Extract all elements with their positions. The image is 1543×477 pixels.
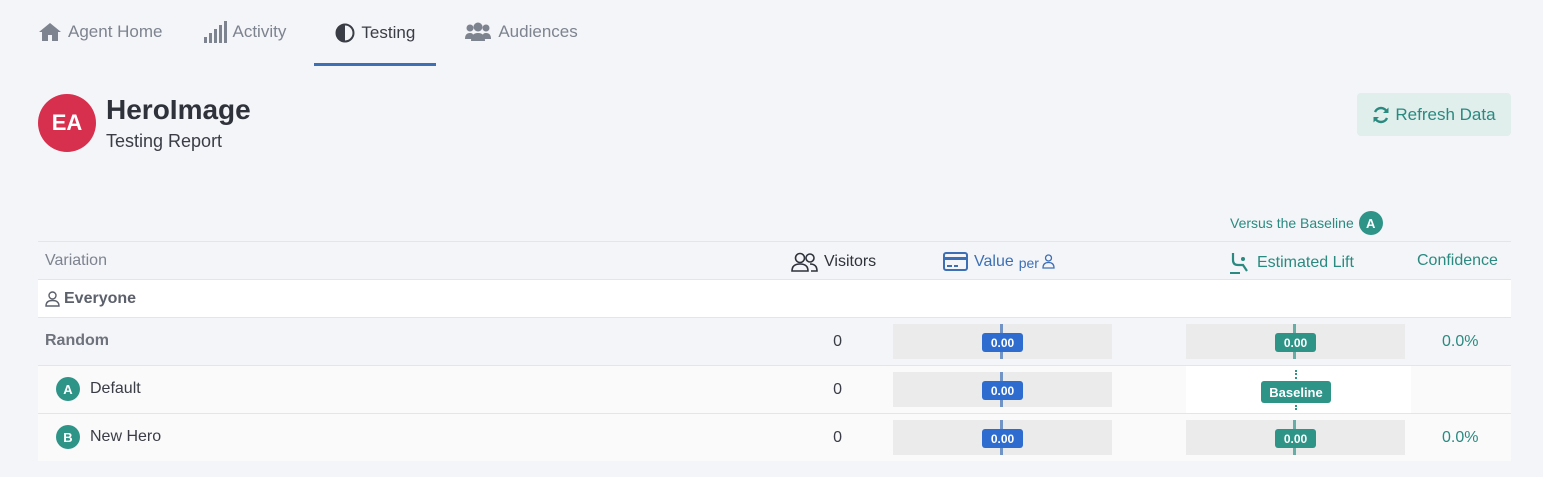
column-value[interactable]: Value per [943, 252, 1061, 271]
credit-card-icon [943, 252, 968, 271]
value-pill: 0.00 [982, 429, 1023, 448]
visitors-icon [791, 252, 818, 272]
variation-label: New Hero [90, 428, 162, 445]
confidence-value: 0.0% [1442, 429, 1479, 446]
column-value-label: Value [974, 252, 1014, 270]
tab-activity[interactable]: Activity [191, 0, 299, 64]
variation-badge: B [56, 425, 80, 449]
value-bar: 0.00 [893, 324, 1112, 359]
confidence-value: 0.0% [1442, 333, 1479, 350]
tab-label: Agent Home [68, 22, 163, 41]
users-icon [465, 22, 492, 41]
variation-name: A Default [56, 377, 141, 401]
tab-agent-home[interactable]: Agent Home [26, 0, 175, 64]
lift-bar: 0.00 [1186, 324, 1405, 359]
column-lift-label: Estimated Lift [1257, 254, 1354, 271]
refresh-data-button[interactable]: Refresh Data [1357, 93, 1511, 136]
visitors-value: 0 [833, 381, 842, 398]
value-pill: 0.00 [982, 333, 1023, 352]
tab-label: Activity [232, 22, 287, 41]
variation-name: B New Hero [56, 425, 161, 449]
refresh-icon [1373, 106, 1389, 123]
lift-bar: 0.00 [1186, 420, 1405, 455]
value-pill: 0.00 [982, 381, 1023, 400]
results-table: Variation Visitors Value per Estimated L… [38, 241, 1511, 461]
baseline-badge: A [1358, 211, 1383, 235]
agent-avatar: EA [38, 94, 96, 152]
page-subtitle: Testing Report [106, 131, 223, 151]
lift-pill: 0.00 [1275, 429, 1316, 448]
column-variation[interactable]: Variation [45, 252, 107, 270]
value-bar: 0.00 [893, 372, 1112, 407]
baseline-cell: Baseline [1186, 366, 1411, 414]
lift-pill: 0.00 [1275, 333, 1316, 352]
column-estimated-lift[interactable]: Estimated Lift [1229, 252, 1354, 274]
visitors-value: 0 [833, 429, 842, 446]
person-icon [45, 291, 60, 307]
column-visitors[interactable]: Visitors [790, 252, 876, 272]
person-icon [1042, 254, 1055, 269]
segment-row: Everyone [38, 279, 1511, 317]
column-visitors-label: Visitors [824, 253, 877, 270]
value-bar: 0.00 [893, 420, 1112, 455]
segment-label: Everyone [45, 290, 136, 308]
baseline-note: Versus the Baseline A [1230, 211, 1383, 235]
refresh-label: Refresh Data [1395, 104, 1496, 124]
nav-tabs: Agent Home Activity Testing Audiences [26, 0, 606, 66]
variation-label: Default [90, 380, 141, 397]
baseline-note-label: Versus the Baseline [1230, 215, 1354, 231]
tab-label: Testing [361, 22, 416, 42]
table-row: B New Hero 0 0.00 0.00 0.0% [38, 413, 1511, 461]
tab-label: Audiences [498, 22, 578, 41]
signal-bars-icon [203, 21, 227, 43]
table-header: Variation Visitors Value per Estimated L… [38, 241, 1511, 279]
page-title: HeroImage [106, 94, 251, 125]
visitors-value: 0 [833, 333, 842, 350]
tab-testing[interactable]: Testing [314, 0, 437, 66]
table-row: A Default 0 0.00 Baseline [38, 365, 1511, 414]
tab-audiences[interactable]: Audiences [452, 0, 589, 64]
segment-name: Everyone [64, 290, 137, 307]
variation-name: Random [45, 332, 109, 349]
table-row: Random 0 0.00 0.00 0.0% [38, 317, 1511, 365]
variation-badge: A [56, 377, 80, 401]
column-confidence[interactable]: Confidence [1417, 252, 1498, 270]
home-icon [39, 23, 61, 41]
half-circle-icon [335, 23, 355, 42]
column-value-per: per [1018, 254, 1039, 271]
baseline-pill: Baseline [1261, 381, 1331, 403]
lift-icon [1230, 253, 1248, 274]
